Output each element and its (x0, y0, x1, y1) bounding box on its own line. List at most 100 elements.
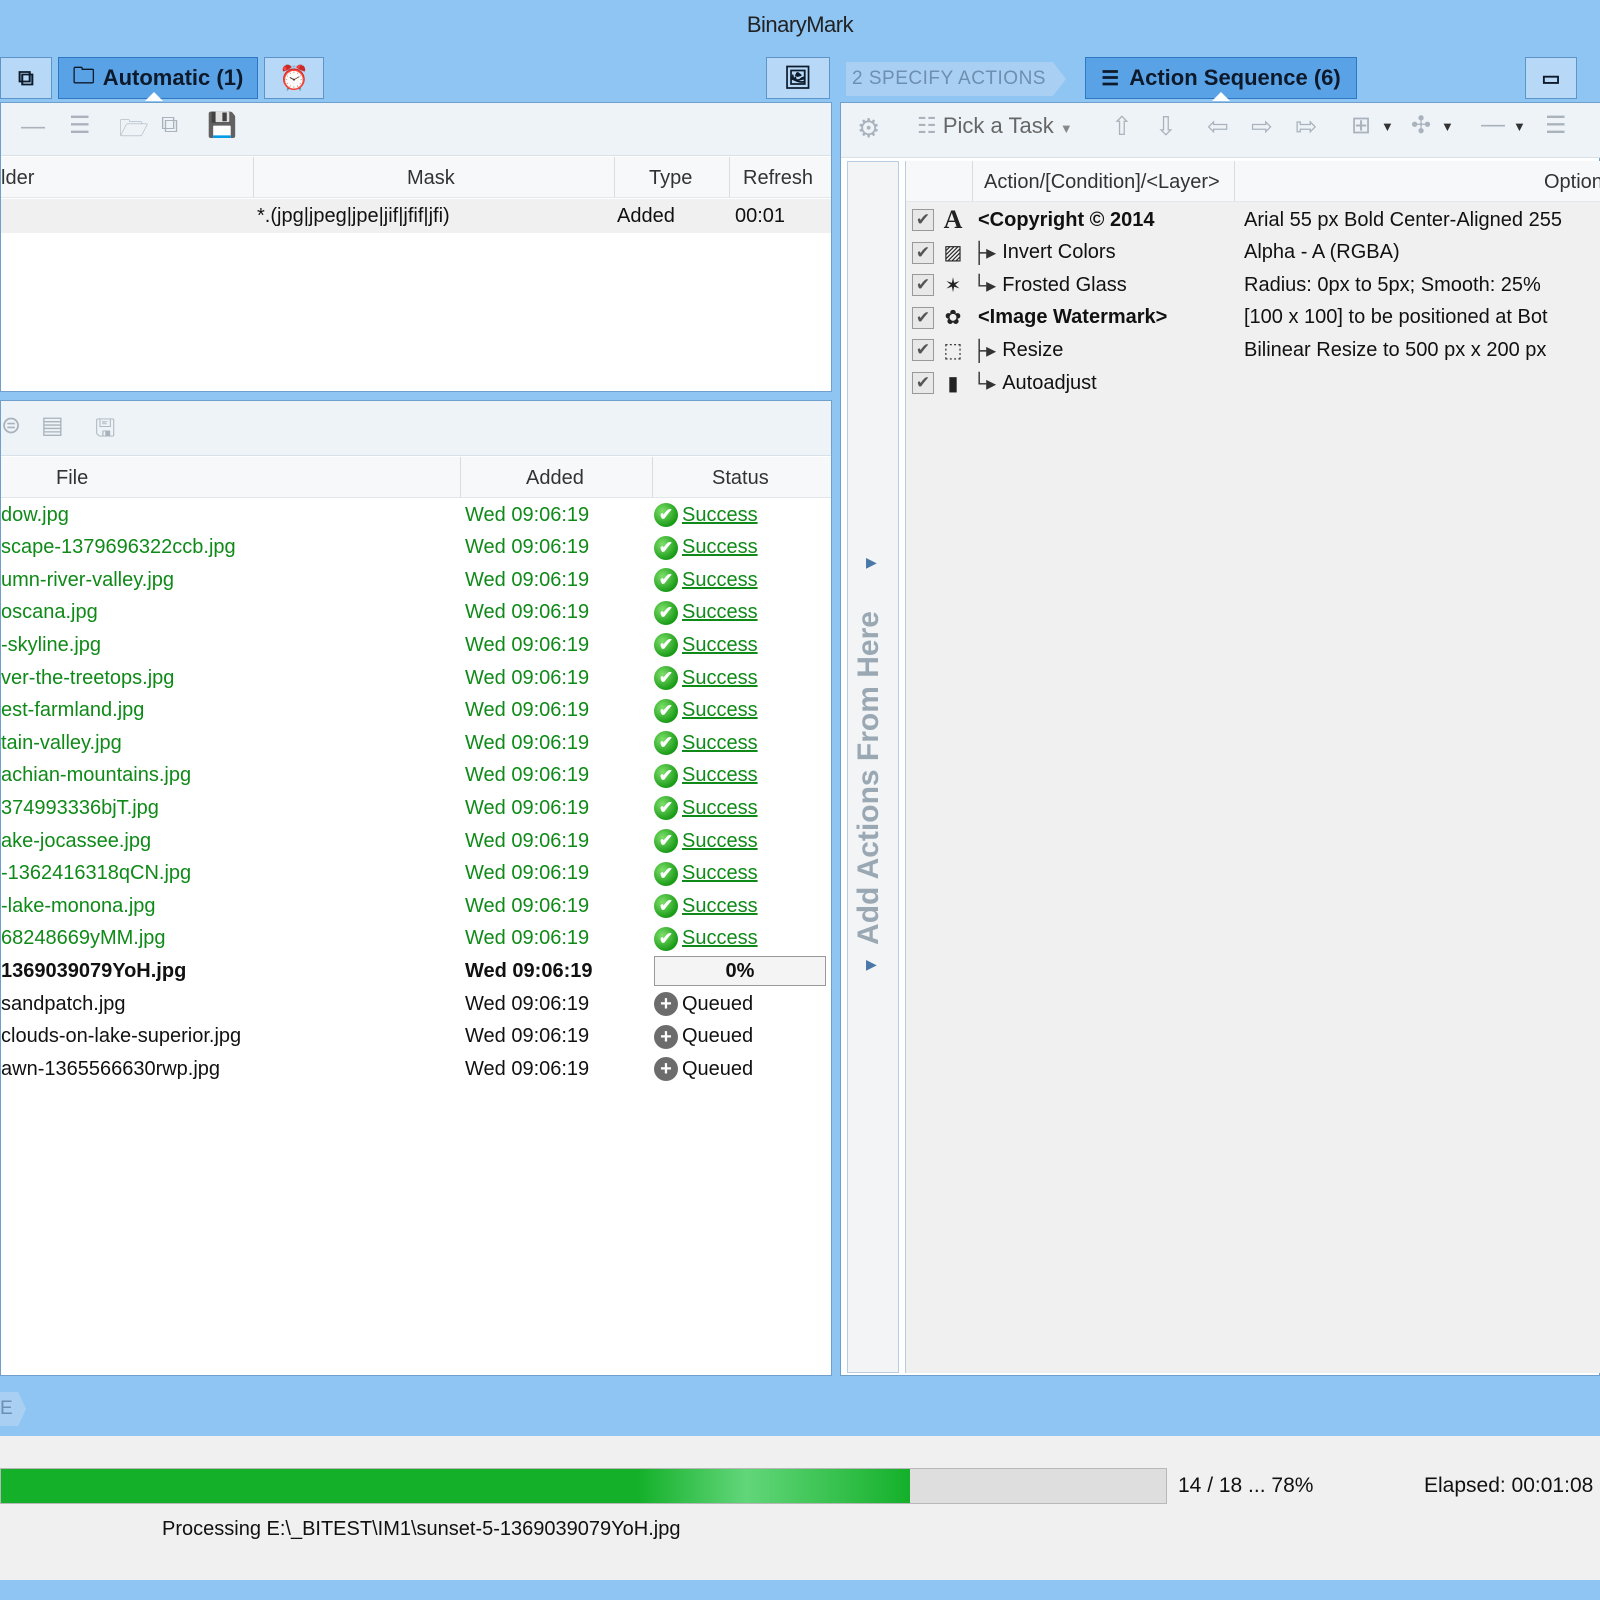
status-link[interactable]: Success (682, 634, 758, 657)
table-row[interactable]: sandpatch.jpg Wed 09:06:19 + Queued (1, 988, 831, 1020)
table-row[interactable]: ver-the-treetops.jpg Wed 09:06:19 ✔ Success (1, 662, 831, 694)
file-name: -skyline.jpg (1, 633, 102, 656)
indent-icon[interactable]: ⇨ (1251, 111, 1273, 142)
success-check-icon: ✔ (654, 926, 678, 951)
save-log-icon[interactable]: 🖫 (95, 411, 115, 452)
status-link[interactable]: Success (682, 536, 758, 559)
chevron-down-icon: ▼ (1059, 121, 1073, 136)
col-mask[interactable]: Mask (407, 167, 455, 190)
status-text: Queued (682, 1057, 754, 1080)
action-row[interactable]: ✔ ▨ ├▸ Invert Colors Alpha - A (RGBA) (912, 237, 1400, 269)
breadcrumb-specify-actions[interactable]: 2 SPECIFY ACTIONS (846, 62, 1066, 96)
gear-icon[interactable]: ⚙ (857, 113, 880, 144)
col-refresh[interactable]: Refresh (743, 167, 813, 190)
table-row[interactable]: clouds-on-lake-superior.jpg Wed 09:06:19 +… (1, 1021, 831, 1053)
action-row[interactable]: ✔ A <Copyright © 2014 Arial 55 px Bold Cent… (912, 204, 1562, 236)
action-checkbox[interactable]: ✔ (912, 339, 934, 362)
action-checkbox[interactable]: ✔ (912, 274, 934, 297)
table-row[interactable]: -1362416318qCN.jpg Wed 09:06:19 ✔ Success (1, 858, 831, 890)
add-layer-icon[interactable]: ⊞ (1351, 111, 1371, 140)
file-status: + Queued (654, 992, 753, 1016)
files-table-header: File Added Status (1, 457, 831, 498)
status-link[interactable]: Success (682, 927, 758, 950)
action-row[interactable]: ✔ ⬚ ├▸ Resize Bilinear Resize to 500 px x 20… (912, 334, 1546, 366)
add-action-icon[interactable]: ✣ (1411, 111, 1431, 140)
chevron-right-icon: ▶ (866, 956, 877, 972)
chevron-down-icon[interactable]: ▼ (1441, 119, 1454, 134)
table-row[interactable]: achian-mountains.jpg Wed 09:06:19 ✔ Success (1, 760, 831, 792)
table-row[interactable]: umn-river-valley.jpg Wed 09:06:19 ✔ Success (1, 564, 831, 596)
folder-open-icon[interactable]: 🗁 (119, 111, 149, 152)
action-checkbox[interactable]: ✔ (912, 372, 934, 394)
status-link[interactable]: Success (682, 504, 758, 527)
clear-icon[interactable]: ⊜ (1, 411, 21, 440)
action-row[interactable]: ✔ ✿ <Image Watermark> [100 x 100] to be pos… (912, 302, 1548, 334)
status-link[interactable]: Success (682, 895, 758, 918)
table-row[interactable]: ake-jocassee.jpg Wed 09:06:19 ✔ Success (1, 825, 831, 857)
outdent-icon[interactable]: ⇦ (1207, 111, 1229, 142)
action-option: Alpha - A (RGBA) (1244, 241, 1400, 264)
tab-scheduled[interactable]: ⏰ (264, 57, 324, 99)
tab-pointer (145, 92, 163, 101)
table-row[interactable]: awn-1365566630rwp.jpg Wed 09:06:19 + Queued (1, 1053, 831, 1085)
save-icon[interactable]: 💾 (207, 111, 237, 140)
indent-more-icon[interactable]: ⇰ (1295, 111, 1317, 142)
table-row[interactable]: 68248669yMM.jpg Wed 09:06:19 ✔ Success (1, 923, 831, 955)
console-button[interactable]: ▭ (1525, 57, 1577, 99)
file-status: ✔ Success (654, 600, 758, 625)
status-link[interactable]: Success (682, 830, 758, 853)
tab-preview[interactable]: 🖼 (766, 57, 830, 99)
col-added[interactable]: Added (526, 467, 584, 490)
status-link[interactable]: Success (682, 667, 758, 690)
move-up-icon[interactable]: ⇧ (1111, 111, 1133, 142)
success-check-icon: ✔ (654, 633, 678, 658)
table-row[interactable]: tain-valley.jpg Wed 09:06:19 ✔ Success (1, 727, 831, 759)
table-row[interactable]: 374993336bjT.jpg Wed 09:06:19 ✔ Success (1, 792, 831, 824)
action-row[interactable]: ✔ ▮ └▸ Autoadjust (912, 367, 1097, 399)
table-row[interactable]: -lake-monona.jpg Wed 09:06:19 ✔ Success (1, 890, 831, 922)
table-row[interactable]: -skyline.jpg Wed 09:06:19 ✔ Success (1, 629, 831, 661)
action-checkbox[interactable]: ✔ (912, 241, 934, 264)
table-row[interactable]: oscana.jpg Wed 09:06:19 ✔ Success (1, 597, 831, 629)
col-option[interactable]: Option (1544, 171, 1600, 194)
move-down-icon[interactable]: ⇩ (1155, 111, 1177, 142)
table-row[interactable]: est-farmland.jpg Wed 09:06:19 ✔ Success (1, 695, 831, 727)
action-checkbox[interactable]: ✔ (912, 209, 934, 231)
list-icon[interactable]: ☰ (1545, 111, 1567, 140)
table-row[interactable]: scape-1379696322ccb.jpg Wed 09:06:19 ✔ Succ… (1, 532, 831, 564)
status-link[interactable]: Success (682, 569, 758, 592)
status-link[interactable]: Success (682, 764, 758, 787)
col-file[interactable]: File (56, 467, 88, 490)
table-row[interactable]: dow.jpg Wed 09:06:19 ✔ Success (1, 499, 831, 531)
breadcrumb-label: 2 SPECIFY ACTIONS (852, 68, 1046, 89)
status-link[interactable]: Success (682, 797, 758, 820)
status-link[interactable]: Success (682, 699, 758, 722)
action-checkbox[interactable]: ✔ (912, 306, 934, 329)
chevron-down-icon[interactable]: ▼ (1381, 119, 1394, 134)
status-link[interactable]: Success (682, 601, 758, 624)
remove-icon[interactable]: — (21, 113, 45, 141)
table-row[interactable]: 1369039079YoH.jpg Wed 09:06:19 0% (1, 955, 831, 987)
action-row[interactable]: ✔ ✶ └▸ Frosted Glass Radius: 0px to 5px; Smo… (912, 269, 1541, 301)
add-actions-strip[interactable]: ▶ Add Actions From Here ▶ (847, 161, 899, 1373)
col-action[interactable]: Action/[Condition]/<Layer> (984, 171, 1220, 194)
folder-copy-icon[interactable]: ⧉ (161, 111, 178, 139)
success-check-icon: ✔ (654, 503, 678, 527)
status-link[interactable]: Success (682, 732, 758, 755)
list-details-icon[interactable]: ▤ (41, 411, 64, 440)
col-type[interactable]: Type (649, 167, 692, 190)
status-link[interactable]: Success (682, 862, 758, 885)
table-row[interactable]: *.(jpg|jpeg|jpe|jif|jfif|jfi) Added 00:0… (1, 199, 831, 233)
col-status[interactable]: Status (712, 467, 769, 490)
chevron-down-icon[interactable]: ▼ (1513, 119, 1526, 134)
breadcrumb-process[interactable]: E (0, 1392, 26, 1426)
tab-manual[interactable]: ⧉ (0, 57, 52, 99)
file-status: ✔ Success (654, 763, 758, 788)
processing-status: Processing E:\_BITEST\IM1\sunset-5-13690… (162, 1518, 681, 1540)
col-folder[interactable]: lder (1, 167, 34, 190)
watch-table-header: lder Mask Type Refresh (1, 157, 831, 198)
list-icon[interactable]: ☰ (69, 111, 91, 140)
column-divider (614, 157, 615, 197)
pick-task-dropdown[interactable]: ☷ Pick a Task ▼ (917, 113, 1073, 139)
remove-action-icon[interactable]: — (1481, 111, 1505, 139)
